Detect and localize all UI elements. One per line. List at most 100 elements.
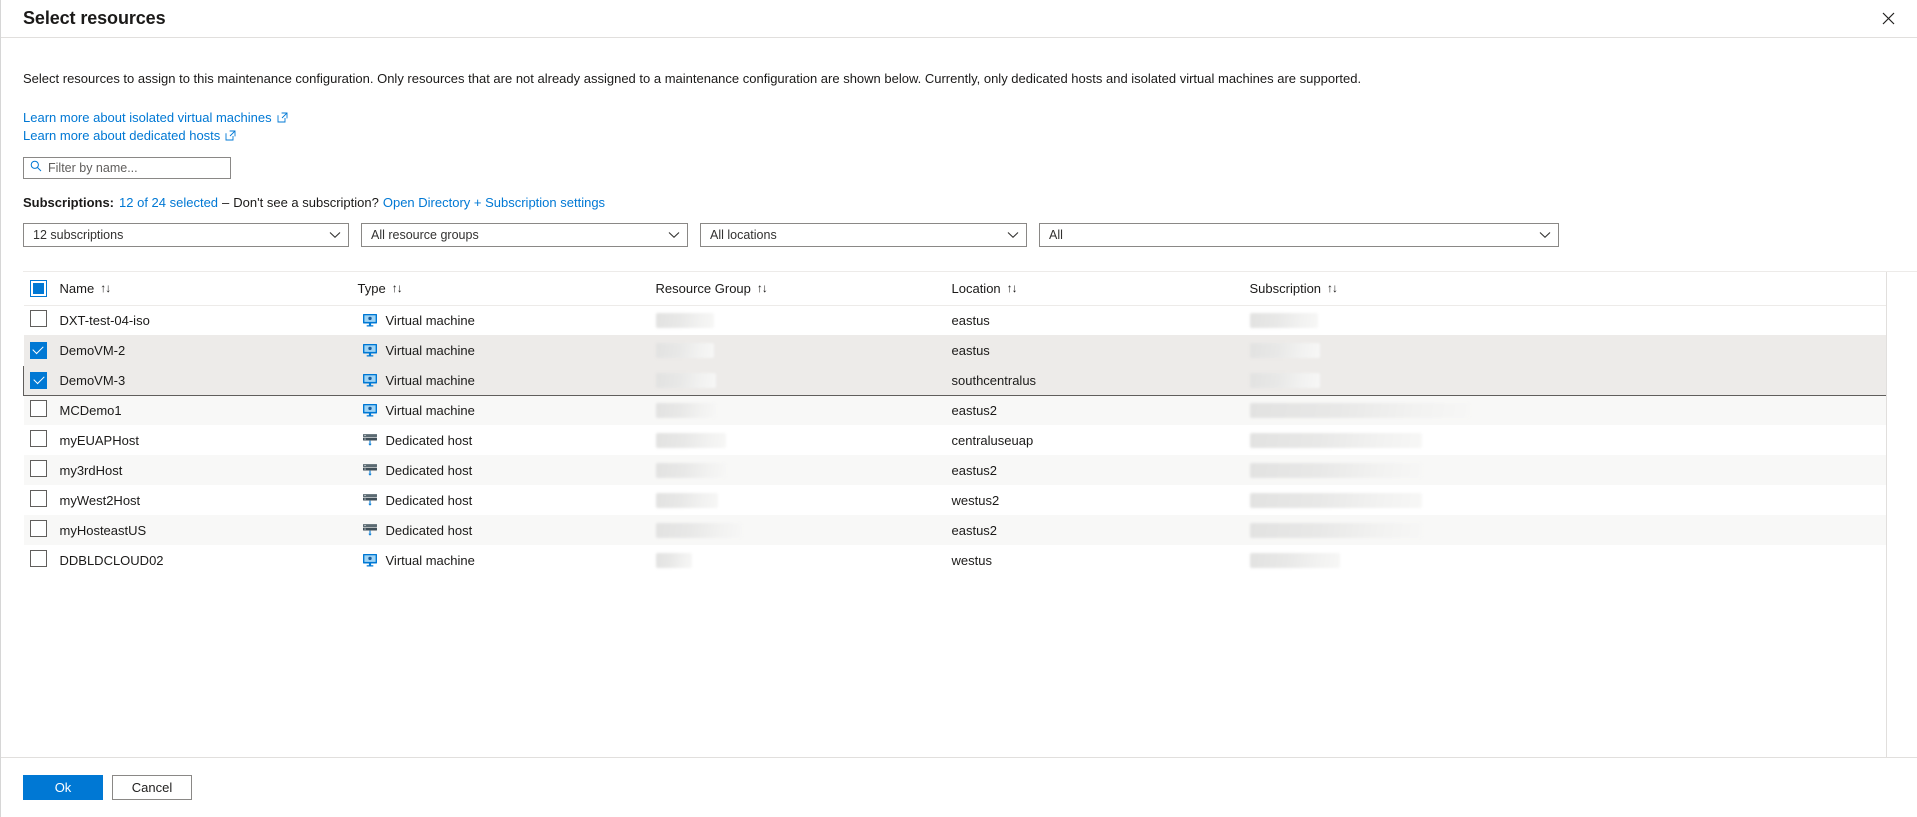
- column-header-location[interactable]: Location ↑↓: [949, 272, 1248, 306]
- dedicated-host-icon: [358, 522, 378, 538]
- filter-by-name-box[interactable]: [23, 157, 231, 179]
- cell-subscription: [1248, 545, 1887, 575]
- link-dedicated-hosts[interactable]: Learn more about dedicated hosts: [23, 128, 236, 143]
- resource-location: eastus: [951, 312, 990, 328]
- row-select-cell: [23, 364, 58, 396]
- cell-resource-group: [653, 395, 950, 425]
- row-checkbox[interactable]: [29, 430, 47, 447]
- row-select-cell: [24, 305, 58, 335]
- table-row[interactable]: myWest2Host Dedicated host westus2: [24, 485, 1887, 515]
- table-row[interactable]: myEUAPHost Dedicated host centraluseuap: [24, 425, 1887, 455]
- blade-description: Select resources to assign to this maint…: [23, 71, 1362, 86]
- row-checkbox[interactable]: [29, 460, 47, 477]
- table-header-row: Name ↑↓ Type ↑↓ Resource Group ↑↓ Locati…: [23, 272, 1887, 306]
- column-header-subscription[interactable]: Subscription ↑↓: [1247, 272, 1887, 306]
- resource-group-filter-dropdown[interactable]: All resource groups: [361, 223, 688, 247]
- redacted-subscription: [1249, 312, 1318, 328]
- close-icon[interactable]: [1873, 4, 1903, 34]
- row-checkbox[interactable]: [29, 550, 47, 567]
- ok-button[interactable]: Ok: [23, 775, 103, 800]
- virtual-machine-icon: [358, 372, 378, 388]
- row-checkbox[interactable]: [29, 310, 47, 327]
- cell-name: MCDemo1: [57, 395, 356, 425]
- table-row[interactable]: DemoVM-3 Virtual machine southcentralus: [23, 364, 1887, 396]
- location-filter-value: All locations: [710, 228, 777, 242]
- resource-name: myEUAPHost: [59, 432, 139, 448]
- redacted-subscription: [1249, 372, 1320, 388]
- sort-icon: ↑↓: [756, 281, 768, 296]
- row-checkbox[interactable]: [29, 341, 47, 359]
- table-row[interactable]: DemoVM-2 Virtual machine eastus: [23, 335, 1887, 365]
- cancel-button[interactable]: Cancel: [112, 775, 192, 800]
- table-row[interactable]: myHosteastUS Dedicated host eastus2: [23, 515, 1887, 545]
- subscription-filter-value: 12 subscriptions: [33, 228, 124, 242]
- subscriptions-label: Subscriptions:: [23, 195, 115, 210]
- subscriptions-question: Don't see a subscription?: [233, 195, 379, 210]
- resource-name: my3rdHost: [59, 462, 123, 478]
- resource-type: Virtual machine: [385, 402, 475, 418]
- link-label: Learn more about isolated virtual machin…: [23, 110, 272, 125]
- redacted-resource-group: [655, 552, 692, 568]
- cell-resource-group: [654, 485, 950, 515]
- subscription-filter-dropdown[interactable]: 12 subscriptions: [23, 223, 349, 247]
- page-title: Select resources: [23, 8, 166, 28]
- sort-icon: ↑↓: [100, 281, 111, 296]
- table-row[interactable]: DDBLDCLOUD02 Virtual machine westus: [24, 545, 1887, 575]
- cell-location: westus2: [950, 485, 1248, 515]
- external-link-icon: [277, 112, 288, 123]
- resource-name: MCDemo1: [59, 402, 122, 418]
- cell-type: Dedicated host: [356, 485, 654, 515]
- cell-subscription: [1248, 425, 1887, 455]
- column-header-resource-group[interactable]: Resource Group ↑↓: [653, 272, 950, 306]
- sort-icon: ↑↓: [391, 281, 403, 296]
- subscriptions-selected-link[interactable]: 12 of 24 selected: [119, 195, 218, 210]
- cell-name: DXT-test-04-iso: [58, 305, 356, 335]
- cell-resource-group: [653, 335, 950, 365]
- location-filter-dropdown[interactable]: All locations: [700, 223, 1027, 247]
- type-filter-dropdown[interactable]: All: [1039, 223, 1559, 247]
- table-row[interactable]: DXT-test-04-iso Virtual machine eastus: [24, 305, 1887, 335]
- cell-location: eastus: [949, 335, 1248, 365]
- column-header-name[interactable]: Name ↑↓: [57, 272, 356, 306]
- redacted-subscription: [1249, 492, 1422, 508]
- resource-name: myHosteastUS: [59, 522, 147, 538]
- table-row[interactable]: MCDemo1 Virtual machine eastus2: [23, 395, 1887, 425]
- chevron-down-icon: [1007, 228, 1019, 242]
- cell-subscription: [1248, 485, 1887, 515]
- sort-icon: ↑↓: [1327, 281, 1338, 296]
- redacted-resource-group: [655, 402, 716, 418]
- column-header-type[interactable]: Type ↑↓: [355, 272, 654, 306]
- redacted-subscription: [1249, 552, 1340, 568]
- filter-area: [23, 157, 1895, 179]
- filter-by-name-input[interactable]: [48, 161, 224, 175]
- type-filter-value: All: [1049, 228, 1063, 242]
- column-header-name-label: Name: [59, 280, 95, 296]
- open-directory-subscription-settings-link[interactable]: Open Directory + Subscription settings: [383, 195, 605, 210]
- filter-dropdown-row: 12 subscriptions All resource groups All…: [23, 223, 1565, 247]
- cell-subscription: [1247, 455, 1887, 485]
- cell-resource-group: [653, 364, 950, 396]
- cell-location: eastus: [950, 305, 1248, 335]
- select-all-checkbox[interactable]: [29, 279, 47, 297]
- subscriptions-summary: Subscriptions: 12 of 24 selected – Don't…: [23, 195, 1895, 210]
- row-select-cell: [23, 455, 58, 485]
- redacted-resource-group: [655, 492, 718, 508]
- resource-name: DemoVM-2: [59, 342, 126, 358]
- column-header-resource-group-label: Resource Group: [655, 280, 751, 296]
- redacted-resource-group: [655, 522, 742, 538]
- resource-type: Dedicated host: [385, 522, 473, 538]
- cell-type: Virtual machine: [356, 545, 654, 575]
- row-checkbox[interactable]: [29, 490, 47, 507]
- cell-name: DemoVM-3: [57, 364, 356, 396]
- resource-location: eastus2: [951, 402, 998, 418]
- row-checkbox[interactable]: [29, 400, 47, 417]
- row-checkbox[interactable]: [29, 520, 47, 537]
- redacted-resource-group: [655, 432, 726, 448]
- link-isolated-virtual-machines[interactable]: Learn more about isolated virtual machin…: [23, 110, 288, 125]
- table-row[interactable]: my3rdHost Dedicated host eastus2: [23, 455, 1887, 485]
- cell-subscription: [1247, 335, 1887, 365]
- cell-location: centraluseuap: [950, 425, 1248, 455]
- resources-table-container: Name ↑↓ Type ↑↓ Resource Group ↑↓ Locati…: [23, 271, 1917, 757]
- row-checkbox[interactable]: [30, 371, 47, 389]
- cell-subscription: [1248, 305, 1887, 335]
